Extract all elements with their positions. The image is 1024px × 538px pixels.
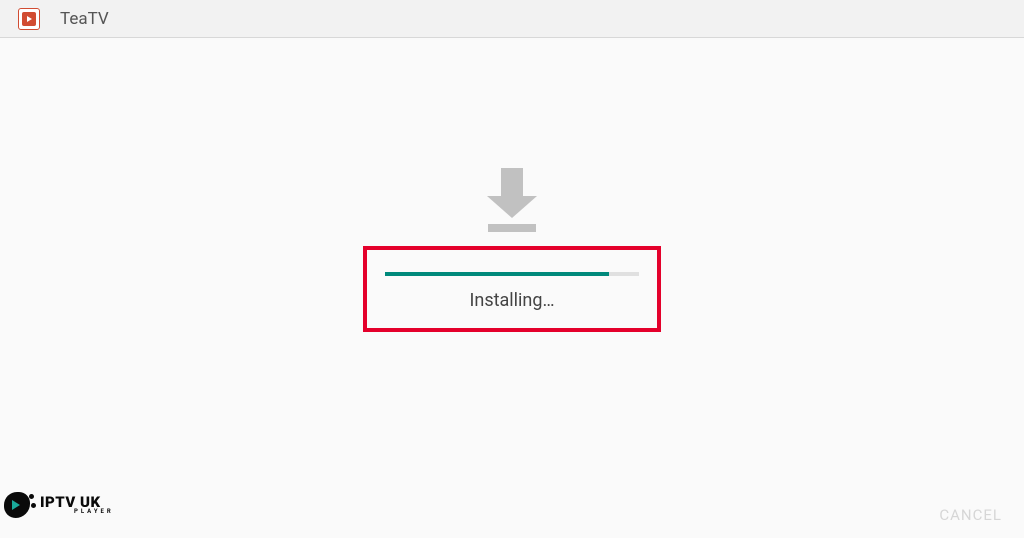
watermark-icon: [4, 492, 34, 518]
download-icon: [487, 168, 537, 232]
install-panel: Installing…: [363, 246, 661, 332]
cancel-button[interactable]: CANCEL: [939, 506, 1002, 524]
watermark-line2: PLAYER: [74, 509, 114, 515]
progress-fill: [385, 272, 609, 276]
watermark: IPTV UK PLAYER: [4, 492, 114, 518]
progress-bar: [385, 272, 639, 276]
app-icon: [18, 8, 40, 30]
install-status-label: Installing…: [469, 290, 554, 311]
main-content: Installing… CANCEL IPTV UK PLAYER: [0, 38, 1024, 538]
app-title: TeaTV: [60, 9, 109, 29]
title-bar: TeaTV: [0, 0, 1024, 38]
